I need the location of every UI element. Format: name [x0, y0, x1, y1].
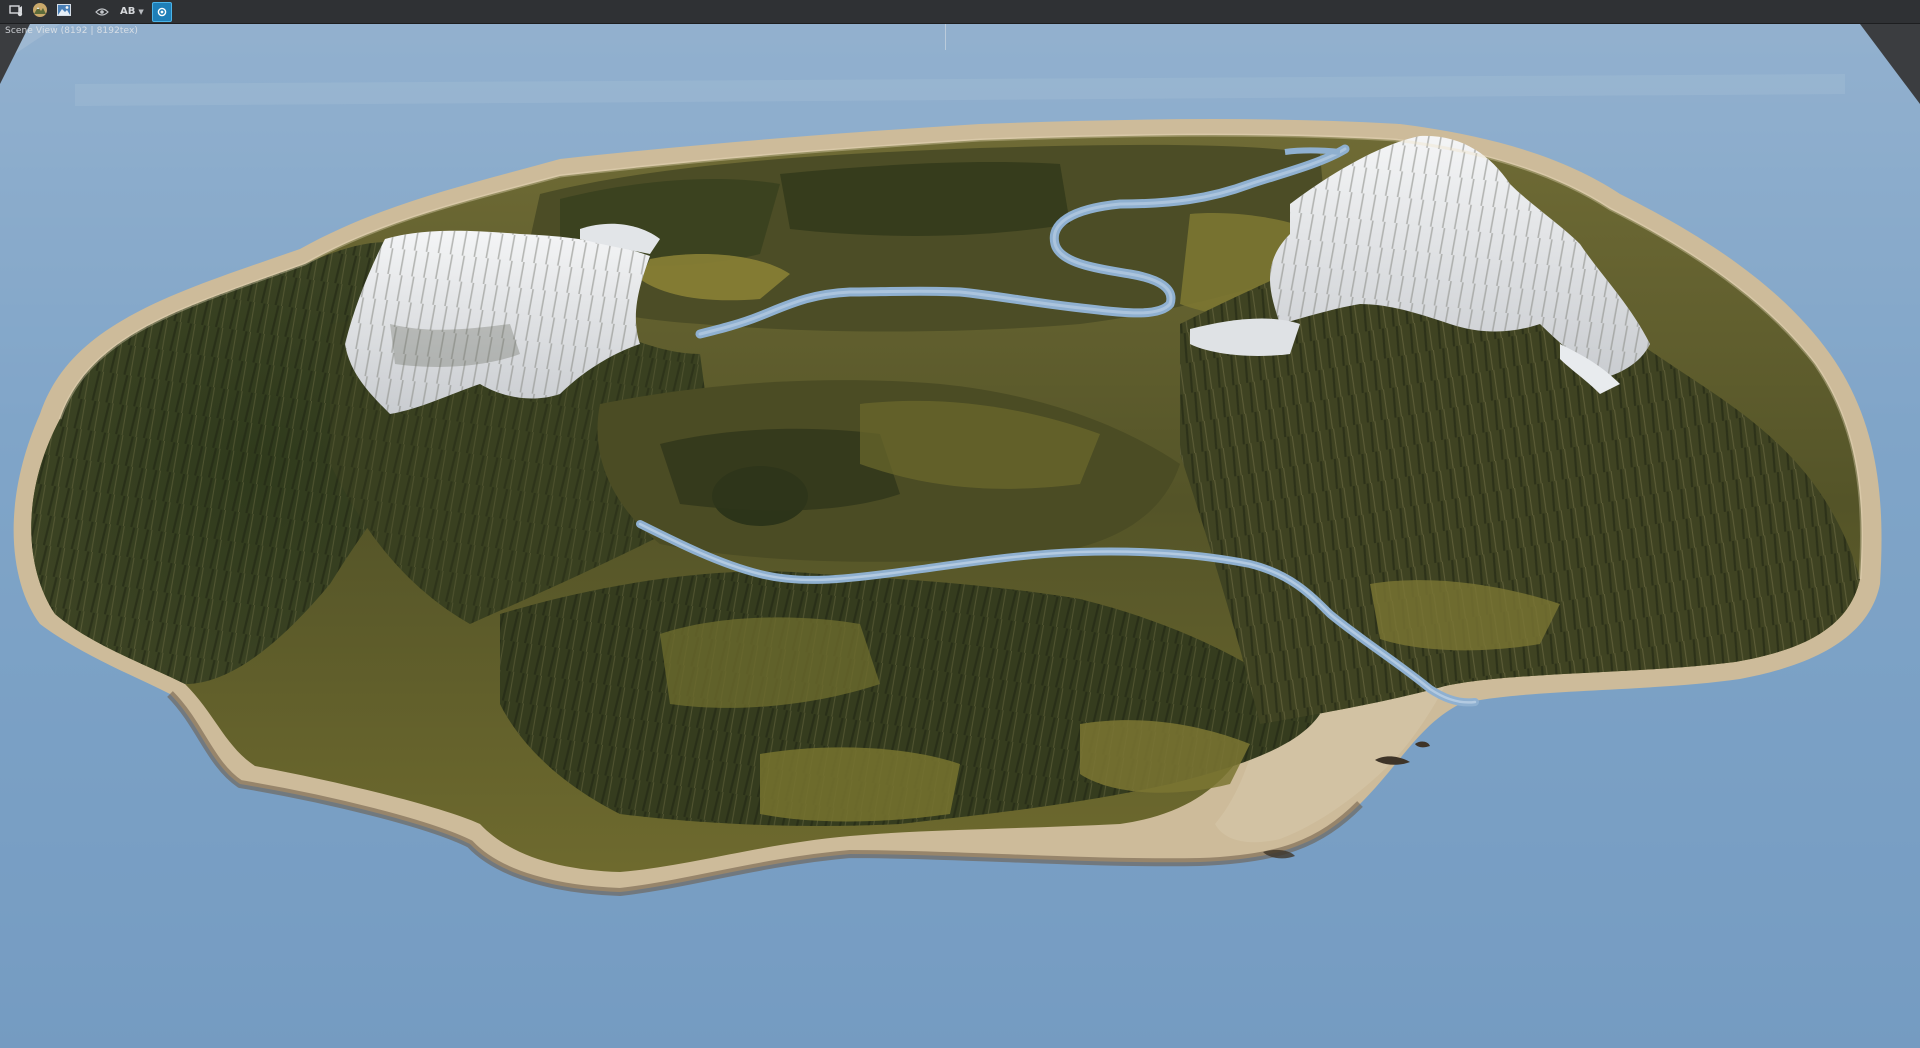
- app-window: AB ▼ Scene View (8192 | 8192tex): [0, 0, 1920, 1048]
- active-mode-button[interactable]: [151, 1, 172, 22]
- ab-compare-dropdown[interactable]: AB ▼: [116, 2, 148, 22]
- viewport-label: Scene View (8192 | 8192tex): [5, 26, 139, 36]
- viewport-settings-button[interactable]: [6, 2, 26, 22]
- active-mode-icon: [157, 2, 167, 21]
- visibility-toggle-button[interactable]: [92, 2, 112, 22]
- scene-viewport[interactable]: [0, 24, 1920, 1048]
- chevron-down-icon: ▼: [138, 7, 144, 16]
- terrain-tool-icon: [32, 2, 48, 22]
- viewport-center-marker: [945, 24, 946, 50]
- viewport-toolbar: AB ▼: [0, 0, 1920, 24]
- ab-compare-label: AB: [120, 6, 136, 17]
- eye-icon: [95, 2, 109, 21]
- image-icon: [56, 2, 72, 22]
- terrain-render: [0, 24, 1920, 1048]
- image-view-button[interactable]: [54, 2, 74, 22]
- viewport-settings-icon: [9, 2, 23, 21]
- terrain-tool-button[interactable]: [30, 2, 50, 22]
